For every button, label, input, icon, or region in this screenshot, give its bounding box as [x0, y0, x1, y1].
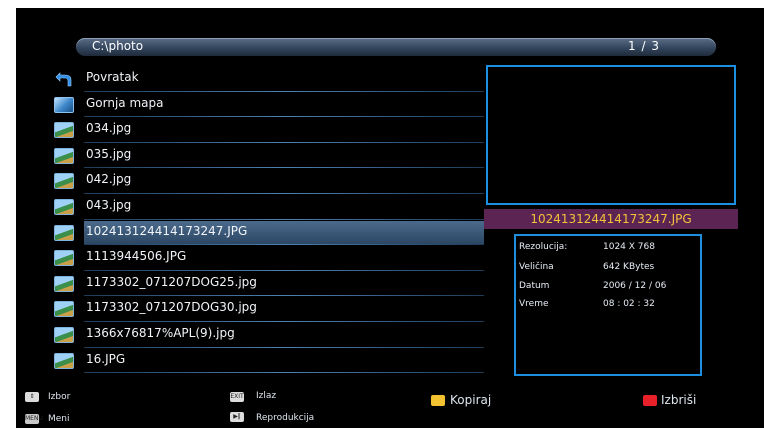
file-list-item[interactable]: 1173302_071207DOG25.jpg: [54, 271, 484, 297]
current-path: C:\photo: [92, 39, 144, 53]
image-icon: [54, 275, 74, 292]
file-name: 16.JPG: [86, 351, 126, 366]
file-name: 1113944506.JPG: [86, 249, 187, 264]
exit-key-icon: EXIT: [230, 392, 244, 402]
file-name: 1173302_071207DOG25.jpg: [86, 274, 257, 289]
hint-reprodukcija: Reprodukcija: [256, 413, 315, 423]
file-list-item[interactable]: 042.jpg: [54, 168, 484, 194]
info-value: 1024 X 768: [603, 242, 655, 252]
file-list: Povratak Gornja mapa 034.jpg 035.jpg 042.jpg…: [54, 66, 484, 374]
hint-izbor: Izbor: [48, 392, 71, 402]
back-arrow-icon: [54, 71, 74, 87]
file-list-item[interactable]: 1113944506.JPG: [54, 245, 484, 271]
file-name: 102413124414173247.JPG: [86, 223, 248, 238]
file-name: 035.jpg: [86, 146, 132, 161]
file-list-item[interactable]: 102413124414173247.JPG: [54, 220, 484, 246]
folder-icon: [54, 96, 74, 113]
file-name: 042.jpg: [86, 172, 132, 187]
info-label: Rezolucija:: [519, 242, 568, 252]
file-name: 1366x76817%APL(9).jpg: [86, 325, 235, 340]
info-value: 08 : 02 : 32: [603, 299, 655, 309]
hint-izlaz: Izlaz: [256, 391, 277, 401]
image-icon: [54, 198, 74, 215]
footer-hints: ⇕ Izbor MENU Meni EXIT Izlaz ▶‖ Reproduk…: [16, 388, 764, 428]
image-preview: [486, 65, 736, 205]
image-icon: [54, 326, 74, 343]
preview-filename: 102413124414173247.JPG: [484, 209, 738, 229]
image-icon: [54, 250, 74, 267]
file-browser-screen: C:\photo 1 / 3 Povratak Gornja mapa 034.jp…: [16, 8, 764, 428]
hint-meni: Meni: [48, 414, 70, 424]
image-icon: [54, 224, 74, 241]
info-value: 642 KBytes: [603, 262, 655, 272]
file-info-panel: Rezolucija: 1024 X 768 Veličina 642 KByt…: [514, 234, 702, 376]
file-name: 1173302_071207DOG30.jpg: [86, 300, 257, 315]
file-name: 043.jpg: [86, 197, 132, 212]
updown-key-icon: ⇕: [25, 392, 39, 402]
image-icon: [54, 173, 74, 190]
file-list-item[interactable]: 035.jpg: [54, 143, 484, 169]
hint-izbrisi: Izbriši: [661, 393, 697, 407]
image-icon: [54, 352, 74, 369]
image-icon: [54, 301, 74, 318]
file-list-item[interactable]: Gornja mapa: [54, 92, 484, 118]
info-label: Vreme: [519, 299, 549, 309]
file-list-item[interactable]: Povratak: [54, 66, 484, 92]
info-label: Veličina: [519, 262, 554, 272]
image-icon: [54, 147, 74, 164]
path-bar: C:\photo 1 / 3: [76, 38, 716, 56]
file-list-item[interactable]: 043.jpg: [54, 194, 484, 220]
red-key-icon: [643, 395, 657, 406]
file-list-item[interactable]: 1366x76817%APL(9).jpg: [54, 322, 484, 348]
info-label: Datum: [519, 281, 550, 291]
play-pause-key-icon: ▶‖: [230, 412, 244, 422]
file-list-item[interactable]: 034.jpg: [54, 117, 484, 143]
image-icon: [54, 122, 74, 139]
hint-kopiraj: Kopiraj: [450, 393, 492, 407]
menu-key-icon: MENU: [25, 414, 43, 424]
file-name: Povratak: [86, 70, 139, 84]
info-value: 2006 / 12 / 06: [603, 281, 667, 291]
page-indicator: 1 / 3: [628, 39, 660, 53]
file-name: Gornja mapa: [86, 95, 164, 110]
file-list-item[interactable]: 1173302_071207DOG30.jpg: [54, 296, 484, 322]
row-divider: [84, 372, 484, 374]
yellow-key-icon: [431, 395, 445, 406]
file-name: 034.jpg: [86, 121, 132, 136]
file-list-item[interactable]: 16.JPG: [54, 348, 484, 374]
